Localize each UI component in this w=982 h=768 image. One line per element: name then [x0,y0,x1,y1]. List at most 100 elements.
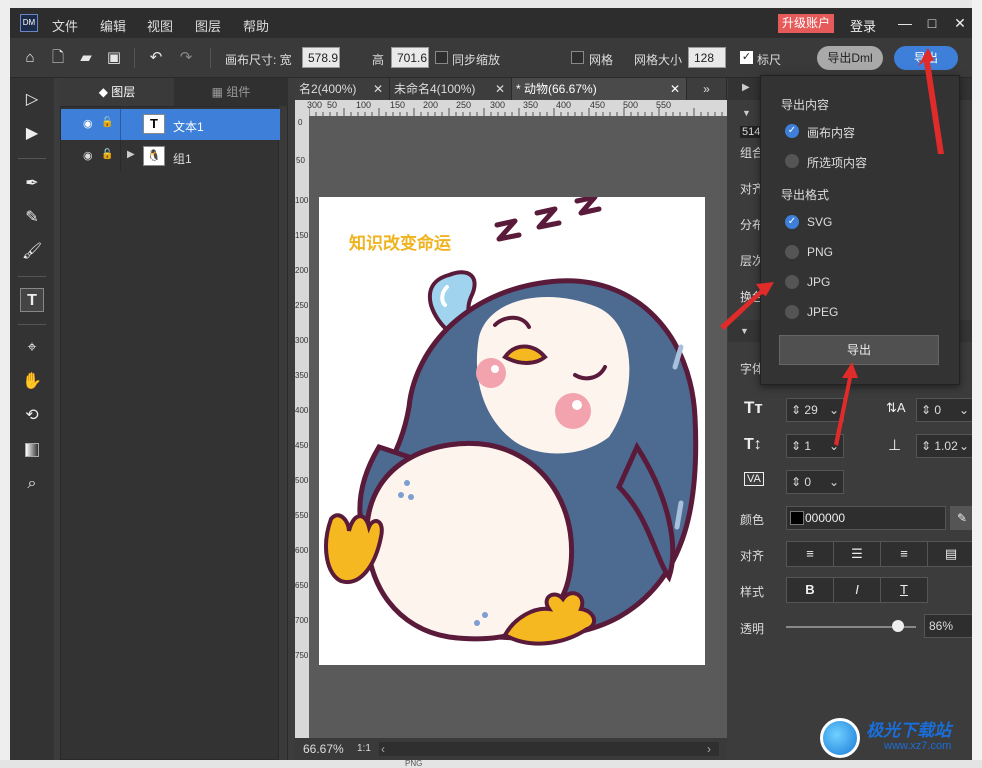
grid-checkbox[interactable] [571,51,584,64]
visibility-eye-icon[interactable]: ◉ [83,117,93,130]
penguin-illustration[interactable] [319,197,705,665]
jpg-label[interactable]: JPG [807,275,830,289]
more-tabs-button[interactable]: » [687,78,727,100]
canvas-width-input[interactable]: 578.9 [302,47,340,68]
selection-content-label[interactable]: 所选项内容 [807,154,867,171]
menu-edit[interactable]: 编辑 [100,16,126,35]
dropdown-export-button[interactable]: 导出 [779,335,939,365]
lock-icon[interactable]: 🔓 [101,149,113,160]
jpeg-label[interactable]: JPEG [807,305,838,319]
stepper-arrows-icon[interactable]: ⇕ [921,403,934,417]
direct-select-icon[interactable]: ▶ [20,122,44,146]
home-icon[interactable]: ⌂ [20,48,40,68]
redo-icon[interactable]: ↷ [176,48,196,68]
line-spacing-stepper[interactable]: ⇕ 1.02 ⌄ [916,434,972,458]
stepper-arrows-icon[interactable]: ⇕ [791,403,804,417]
stepper-arrows-icon[interactable]: ⇕ [791,475,804,489]
opacity-input[interactable]: 86% [924,614,972,638]
dropdown-chevron-icon[interactable]: ⌄ [829,471,839,493]
stepper-arrows-icon[interactable]: ⇕ [921,439,934,453]
close-tab-icon[interactable]: ✕ [670,78,680,100]
align-justify-button[interactable]: ▤ [927,541,972,567]
menu-view[interactable]: 视图 [147,16,173,35]
doc-tab-4[interactable]: 未命名4(100%) ✕ [390,78,512,100]
radio-svg[interactable]: ✓ [785,215,799,229]
select-icon[interactable]: ▷ [20,88,44,112]
menu-help[interactable]: 帮助 [243,16,269,35]
zoom-level[interactable]: 66.67% [303,738,344,760]
export-button[interactable]: 导出 [894,46,958,70]
close-tab-icon[interactable]: ✕ [373,78,383,100]
menu-file[interactable]: 文件 [52,16,78,35]
pen-add-icon[interactable]: ✎ [20,206,44,230]
eyedropper-button[interactable]: ✎ [950,506,972,530]
layer-row-text1[interactable]: ◉ 🔓 T 文本1 [61,109,280,140]
line-height-stepper[interactable]: ⇕ 1 ⌄ [786,434,844,458]
radio-jpeg[interactable] [785,305,799,319]
open-folder-icon[interactable]: ▰ [76,48,96,68]
menu-layer[interactable]: 图层 [195,16,221,35]
close-tab-icon[interactable]: ✕ [495,78,505,100]
export-dml-button[interactable]: 导出Dml [817,46,883,70]
underline-button[interactable]: T [880,577,928,603]
dropdown-chevron-icon[interactable]: ⌄ [959,399,969,421]
align-right-button[interactable]: ≡ [880,541,928,567]
new-file-icon[interactable]: 🗋 [48,48,68,68]
scroll-left-icon[interactable]: ‹ [381,738,385,760]
dropdown-chevron-icon[interactable]: ⌄ [829,435,839,457]
radio-canvas-content[interactable]: ✓ [785,124,799,138]
canvas-height-input[interactable]: 701.6 [391,47,429,68]
tab-components[interactable]: ▦ 组件 [174,78,288,106]
png-label[interactable]: PNG [807,245,833,259]
layer-row-group1[interactable]: ◉ 🔓 ▶ 🐧 组1 [61,141,280,172]
italic-button[interactable]: I [833,577,881,603]
text-tool-icon[interactable]: T [20,288,44,312]
sync-scale-checkbox[interactable] [435,51,448,64]
pen-icon[interactable]: ✒ [20,172,44,196]
char-scale-stepper[interactable]: ⇕ 0 ⌄ [786,470,844,494]
doc-tab-2[interactable]: 名2(400%) ✕ [295,78,390,100]
opacity-slider-knob[interactable] [891,620,904,632]
gradient-icon[interactable] [20,438,44,462]
save-icon[interactable]: ▣ [104,48,124,68]
artboard[interactable]: 知识改变命运 [319,197,705,665]
panel-collapse-icon[interactable]: ▼ [742,108,751,118]
upgrade-account-button[interactable]: 升级账户 [778,14,834,33]
zoom-icon[interactable]: ⌕ [20,472,44,496]
section-collapse-icon[interactable]: ▼ [740,326,749,336]
lock-icon[interactable]: 🔓 [101,117,113,128]
align-center-button[interactable]: ☰ [833,541,881,567]
close-button[interactable]: ✕ [951,14,969,32]
dropdown-chevron-icon[interactable]: ⌄ [829,399,839,421]
svg-label[interactable]: SVG [807,215,832,229]
color-swatch[interactable] [790,511,804,525]
panel-expand-icon[interactable]: ▶ [742,82,750,93]
login-button[interactable]: 登录 [850,16,876,35]
align-left-button[interactable]: ≡ [786,541,834,567]
color-field[interactable]: 000000 [786,506,946,530]
rotate-icon[interactable]: ⟲ [20,404,44,428]
maximize-button[interactable]: □ [923,14,941,32]
stepper-arrows-icon[interactable]: ⇕ [791,439,804,453]
bold-button[interactable]: B [786,577,834,603]
letter-spacing-stepper[interactable]: ⇕ 0 ⌄ [916,398,972,422]
font-size-stepper[interactable]: ⇕ 29 ⌄ [786,398,844,422]
horizontal-scrollbar[interactable]: ‹ › [379,742,719,756]
minimize-button[interactable]: — [896,14,914,32]
brush-icon[interactable]: 🖌 [20,240,44,264]
radio-selection-content[interactable] [785,154,799,168]
visibility-eye-icon[interactable]: ◉ [83,149,93,162]
hand-icon[interactable]: ✋ [20,370,44,394]
dropdown-chevron-icon[interactable]: ⌄ [959,435,969,457]
doc-tab-animal[interactable]: * 动物(66.67%) ✕ [512,78,687,100]
ruler-checkbox[interactable]: ✓ [740,51,753,64]
undo-icon[interactable]: ↶ [146,48,166,68]
expand-caret-icon[interactable]: ▶ [127,149,135,160]
zoom-ratio-button[interactable]: 1:1 [357,738,371,760]
radio-jpg[interactable] [785,275,799,289]
scroll-right-icon[interactable]: › [707,738,711,760]
tab-layers[interactable]: ◆ 图层 [60,78,174,106]
canvas-content-label[interactable]: 画布内容 [807,124,855,141]
radio-png[interactable] [785,245,799,259]
location-pin-icon[interactable]: ⌖ [20,336,44,360]
